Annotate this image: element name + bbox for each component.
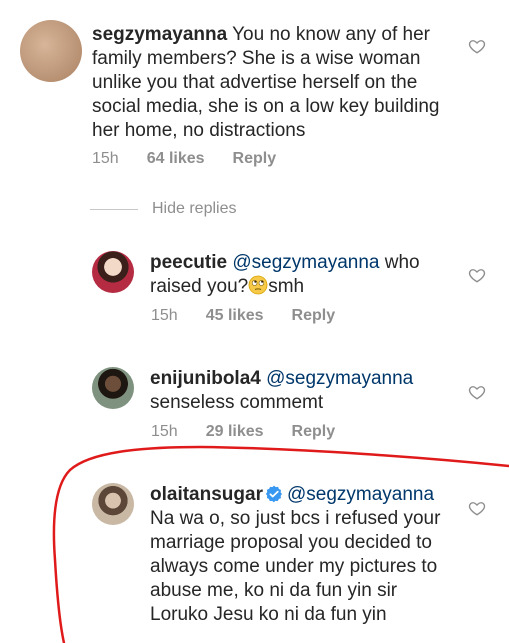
like-heart-icon[interactable]: [468, 383, 486, 401]
avatar-olaitansugar[interactable]: [92, 483, 134, 525]
reply-username[interactable]: olaitansugar: [150, 484, 263, 505]
avatar-segzymayanna[interactable]: [20, 20, 82, 82]
comment-time: 15h: [92, 150, 119, 167]
verified-badge-icon: [265, 485, 282, 503]
reply-body: olaitansugar @segzymayanna Na wa o, so ju…: [150, 483, 450, 627]
reply-body: peecutie @segzymayanna who raised you? sm…: [150, 251, 440, 299]
reply-text: Na wa o, so just bcs i refused your marr…: [150, 508, 441, 625]
comment-segzymayanna: segzymayanna You no know any of her fami…: [20, 20, 470, 143]
reply-enijunibola4: enijunibola4 @segzymayanna senseless com…: [92, 367, 450, 415]
like-heart-icon[interactable]: [468, 266, 486, 284]
hide-replies-label: Hide replies: [152, 200, 237, 217]
like-heart-icon[interactable]: [468, 37, 486, 55]
comment-reply-button[interactable]: Reply: [233, 150, 277, 168]
reply-text: senseless commemt: [150, 392, 324, 413]
rolling-eyes-emoji-icon: [248, 275, 268, 295]
reply-meta: 15h 29 likes Reply: [151, 423, 335, 441]
reply-body: enijunibola4 @segzymayanna senseless com…: [150, 367, 450, 415]
reply-text-end: smh: [268, 276, 305, 297]
reply-likes[interactable]: 29 likes: [206, 423, 264, 441]
reply-mention[interactable]: @segzymayanna: [287, 484, 434, 505]
reply-likes[interactable]: 45 likes: [206, 307, 264, 325]
hide-replies-button[interactable]: Hide replies: [90, 200, 236, 218]
comment-meta: 15h 64 likes Reply: [92, 150, 276, 168]
hide-replies-divider: [90, 208, 138, 210]
comment-body: segzymayanna You no know any of her fami…: [92, 23, 444, 143]
reply-username[interactable]: enijunibola4: [150, 368, 261, 389]
avatar-enijunibola4[interactable]: [92, 367, 134, 409]
comment-likes[interactable]: 64 likes: [147, 150, 205, 168]
reply-meta: 15h 45 likes Reply: [151, 307, 335, 325]
reply-time: 15h: [151, 307, 178, 324]
reply-reply-button[interactable]: Reply: [292, 307, 336, 325]
reply-username[interactable]: peecutie: [150, 252, 227, 273]
like-heart-icon[interactable]: [468, 499, 486, 517]
reply-olaitansugar: olaitansugar @segzymayanna Na wa o, so ju…: [92, 483, 450, 627]
reply-peecutie: peecutie @segzymayanna who raised you? sm…: [92, 251, 440, 299]
reply-mention[interactable]: @segzymayanna: [232, 252, 379, 273]
comment-username[interactable]: segzymayanna: [92, 24, 227, 45]
avatar-peecutie[interactable]: [92, 251, 134, 293]
reply-time: 15h: [151, 423, 178, 440]
reply-mention[interactable]: @segzymayanna: [266, 368, 413, 389]
reply-reply-button[interactable]: Reply: [292, 423, 336, 441]
